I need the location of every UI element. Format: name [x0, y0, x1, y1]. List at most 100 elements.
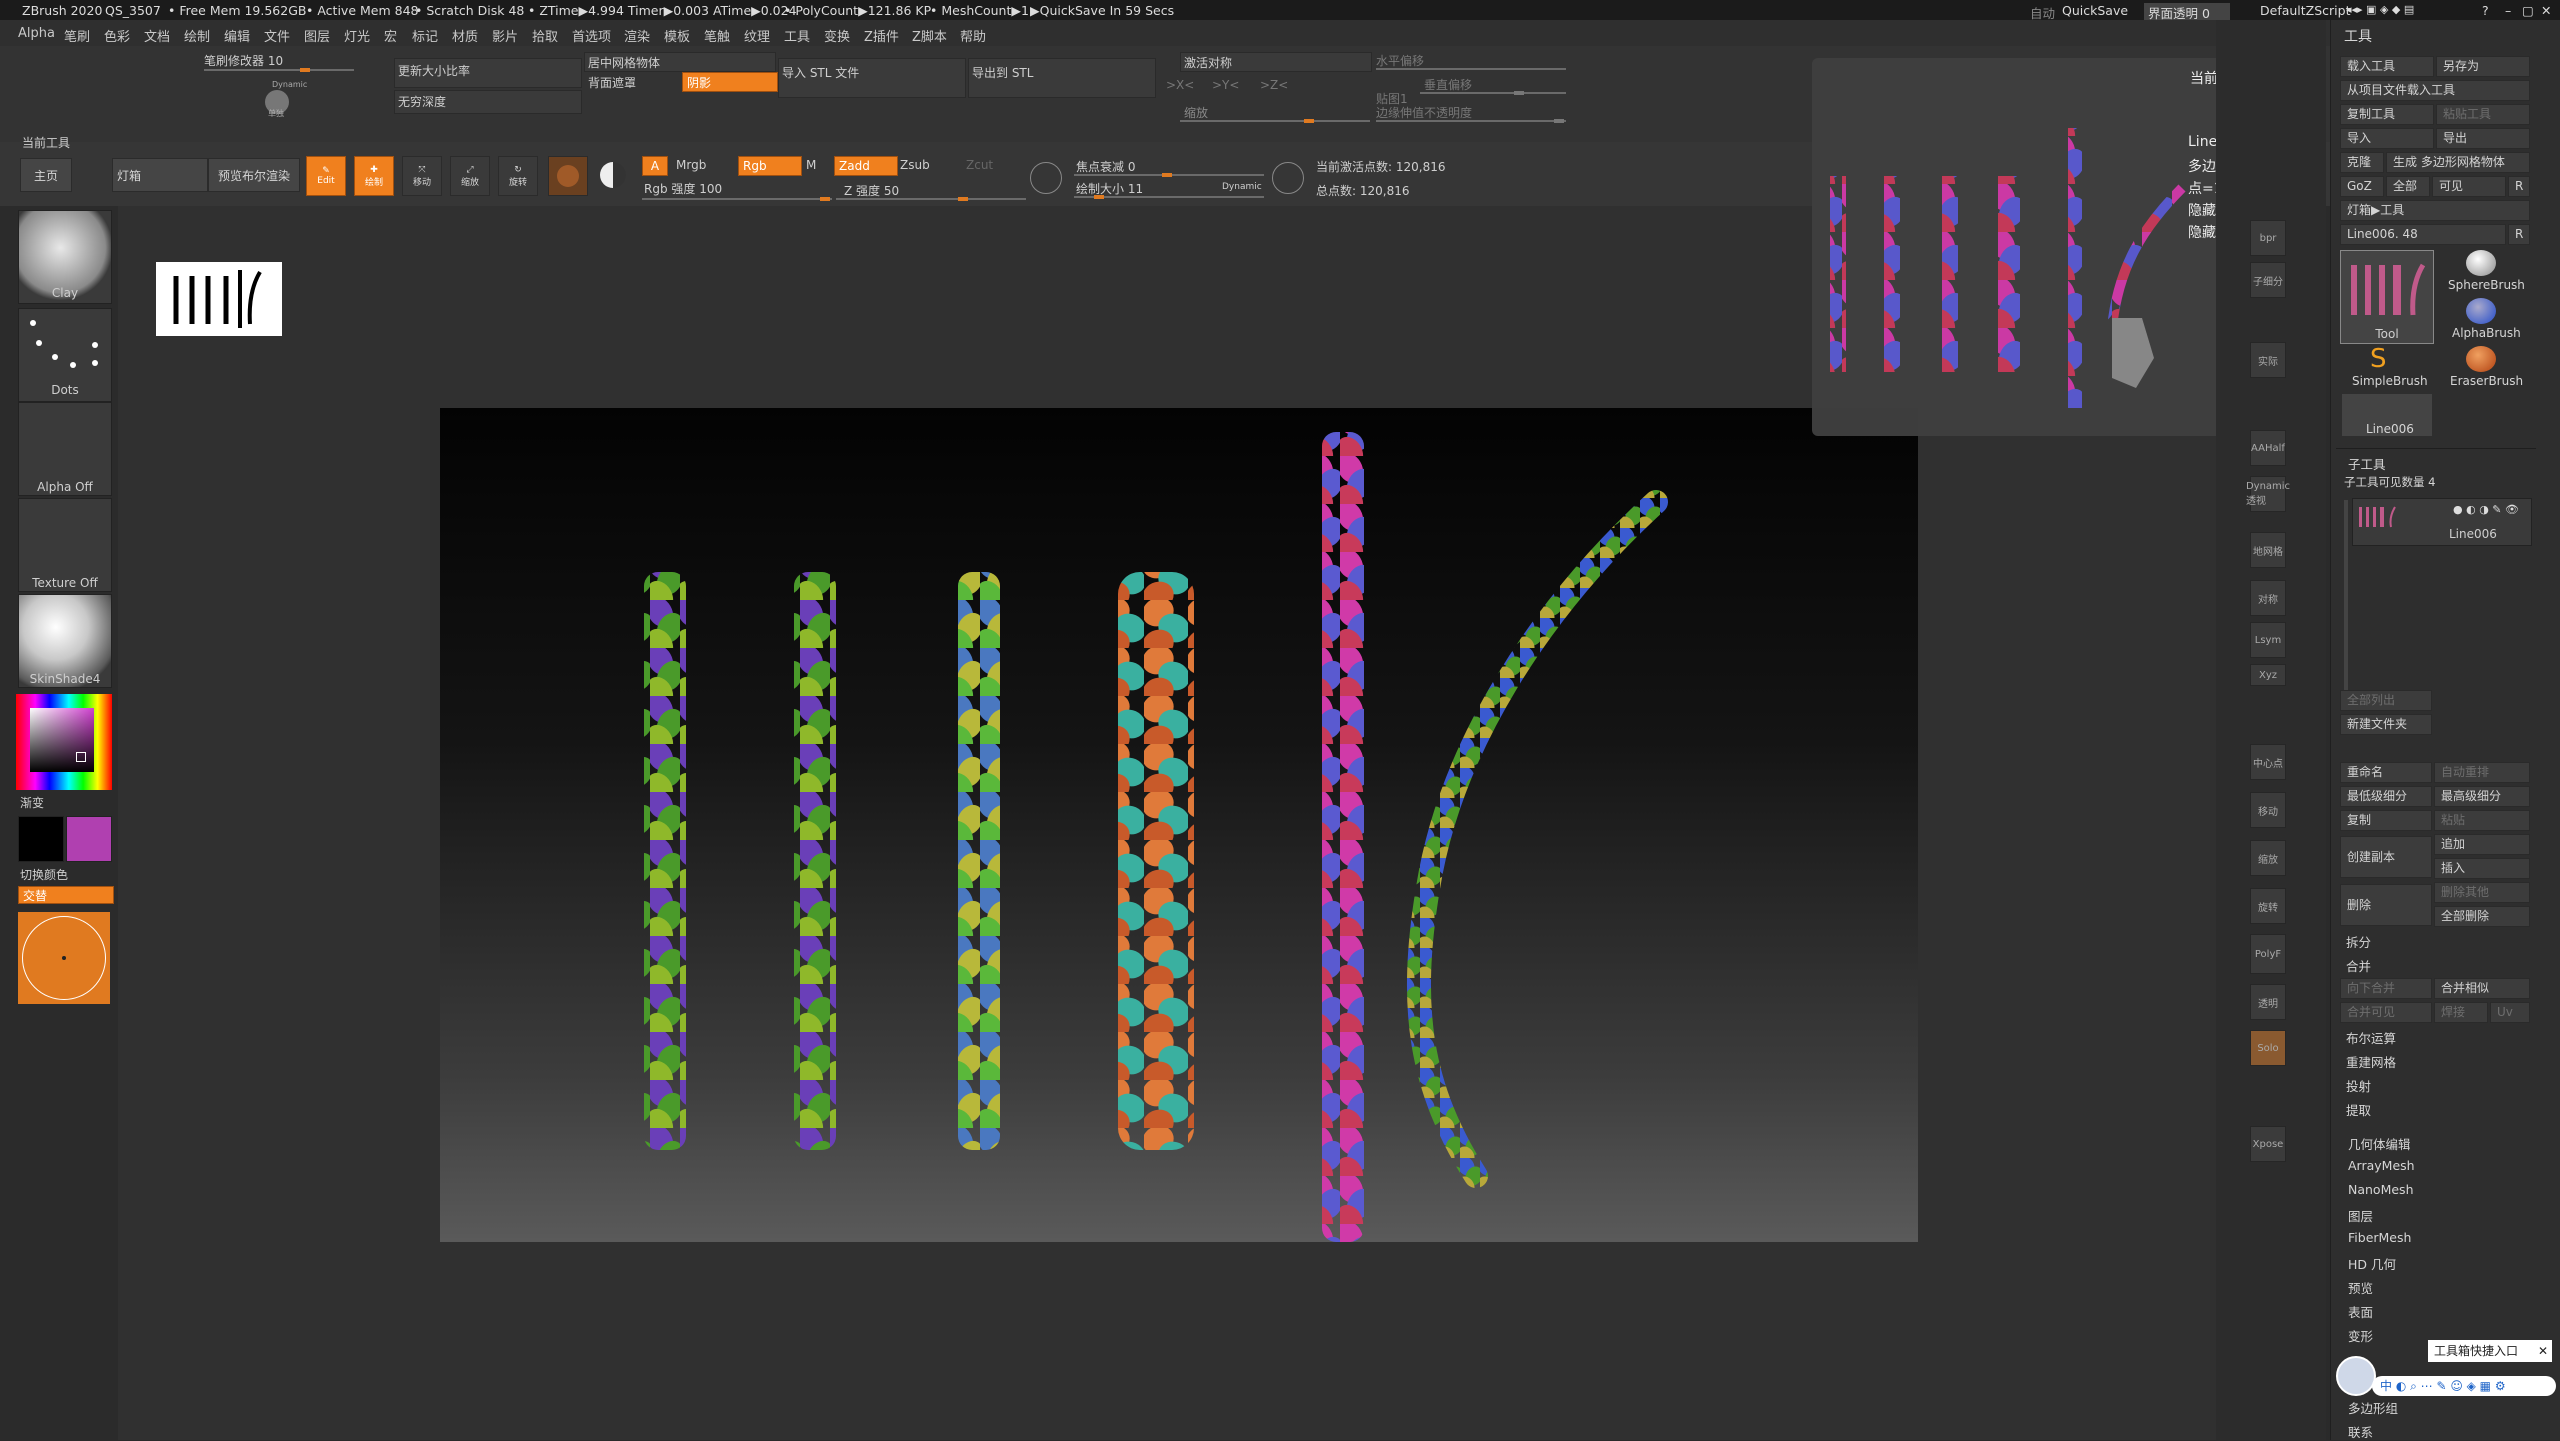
close-icon[interactable]: ✕: [2541, 3, 2551, 18]
nanomesh-section[interactable]: NanoMesh: [2348, 1182, 2414, 1197]
hd-geometry-section[interactable]: HD 几何: [2348, 1254, 2396, 1273]
perspective-icon[interactable]: Dynamic 透视: [2246, 476, 2290, 512]
draw-size-slider[interactable]: [1074, 195, 1264, 199]
make-polymesh-button[interactable]: 生成 多边形网格物体: [2386, 152, 2530, 173]
home-button[interactable]: 主页: [20, 158, 72, 192]
sym-y-button[interactable]: >Y<: [1212, 78, 1239, 92]
tooltip-close-icon[interactable]: ✕: [2538, 1340, 2548, 1362]
v-offset-slider[interactable]: [1420, 91, 1566, 95]
merge-section[interactable]: 合并: [2346, 956, 2371, 975]
transparent-icon[interactable]: 透明: [2250, 984, 2286, 1020]
import-button[interactable]: 导入: [2340, 128, 2434, 149]
import-stl-button[interactable]: 导入 STL 文件: [782, 64, 859, 81]
bpr-icon[interactable]: bpr: [2250, 220, 2286, 256]
a-button[interactable]: A: [642, 156, 668, 176]
fibermesh-section[interactable]: FiberMesh: [2348, 1230, 2411, 1245]
subtool-scrollbar[interactable]: [2344, 500, 2348, 690]
update-scale-button[interactable]: 更新大小比率: [398, 62, 470, 79]
delete-button[interactable]: 删除: [2340, 884, 2432, 926]
menu-draw[interactable]: 绘制: [184, 26, 210, 45]
simple-brush-icon[interactable]: S: [2370, 346, 2400, 372]
delete-all-button[interactable]: 全部删除: [2434, 906, 2530, 927]
uv-button[interactable]: Uv: [2490, 1002, 2530, 1023]
menu-stencil[interactable]: 模板: [664, 26, 690, 45]
menu-picker[interactable]: 拾取: [532, 26, 558, 45]
floor-grid-icon[interactable]: 地网格: [2250, 532, 2286, 568]
subtool-item[interactable]: ● ◐ ◑ ✎ 👁 Line006: [2352, 498, 2532, 546]
lightbox-tools-button[interactable]: 灯箱▶工具: [2340, 200, 2530, 221]
switch-color-button[interactable]: 切换颜色: [20, 866, 68, 883]
menu-color[interactable]: 色彩: [104, 26, 130, 45]
symmetry-icon[interactable]: 对称: [2250, 580, 2286, 616]
geometry-edit-section[interactable]: 几何体编辑: [2348, 1134, 2411, 1153]
delete-other-button[interactable]: 删除其他: [2434, 882, 2530, 903]
insert-button[interactable]: 插入: [2434, 858, 2530, 879]
pivot-center-icon[interactable]: 中心点: [2250, 744, 2286, 780]
deformation-section[interactable]: 变形: [2348, 1326, 2373, 1345]
export-button[interactable]: 导出: [2436, 128, 2530, 149]
menu-texture[interactable]: 纹理: [744, 26, 770, 45]
highest-subdivision-button[interactable]: 最高级细分: [2434, 786, 2530, 807]
load-tool-button[interactable]: 载入工具: [2340, 56, 2434, 77]
append-button[interactable]: 追加: [2434, 834, 2530, 855]
copy-tool-button[interactable]: 复制工具: [2340, 104, 2434, 125]
alpha-brush-icon[interactable]: [2466, 298, 2496, 324]
main-color-swatch[interactable]: [18, 816, 64, 862]
duplicate-button[interactable]: 复制: [2340, 810, 2432, 831]
goz-visible-button[interactable]: 可见: [2432, 176, 2506, 197]
menu-material[interactable]: 材质: [452, 26, 478, 45]
reference-image[interactable]: [156, 262, 282, 336]
menu-edit[interactable]: 编辑: [224, 26, 250, 45]
menu-layer[interactable]: 图层: [304, 26, 330, 45]
h-offset-slider[interactable]: [1376, 68, 1566, 70]
preview-section[interactable]: 预览: [2348, 1278, 2373, 1297]
menu-zscript[interactable]: Z脚本: [912, 26, 947, 45]
menu-document[interactable]: 文档: [144, 26, 170, 45]
paste-subtool-button[interactable]: 粘贴: [2434, 810, 2530, 831]
actual-icon[interactable]: 实际: [2250, 342, 2286, 378]
sphere-brush-icon[interactable]: [2466, 250, 2496, 276]
sym-z-button[interactable]: >Z<: [1260, 78, 1288, 92]
sym-x-button[interactable]: >X<: [1166, 78, 1194, 92]
paste-tool-button[interactable]: 粘贴工具: [2436, 104, 2530, 125]
load-from-project-button[interactable]: 从项目文件载入工具: [2340, 80, 2530, 101]
extract-section[interactable]: 提取: [2346, 1100, 2371, 1119]
line006-label[interactable]: Line006: [2366, 422, 2414, 436]
ime-toolbar[interactable]: 中 ◐ ⌕ ⋯ ✎ ☺ ◈ ▦ ⚙: [2372, 1376, 2556, 1396]
secondary-color-swatch[interactable]: [66, 816, 112, 862]
xyz-icon[interactable]: Xyz: [2250, 664, 2286, 686]
menu-render[interactable]: 渲染: [624, 26, 650, 45]
weld-button[interactable]: 焊接: [2434, 1002, 2488, 1023]
eraser-brush-label[interactable]: EraserBrush: [2450, 374, 2523, 388]
tool-r-button[interactable]: R: [2508, 224, 2530, 245]
menu-zplugin[interactable]: Z插件: [864, 26, 899, 45]
auto-reorder-button[interactable]: 自动重排: [2434, 762, 2530, 783]
save-as-button[interactable]: 另存为: [2436, 56, 2530, 77]
lowest-subdivision-button[interactable]: 最低级细分: [2340, 786, 2432, 807]
solo-view-icon[interactable]: Solo: [2250, 1030, 2286, 1066]
maximize-icon[interactable]: ▢: [2522, 3, 2534, 18]
rotate-view-icon[interactable]: 旋转: [2250, 888, 2286, 924]
menu-transform[interactable]: 变换: [824, 26, 850, 45]
menu-file[interactable]: 文件: [264, 26, 290, 45]
zsub-button[interactable]: Zsub: [900, 158, 930, 172]
scale-view-icon[interactable]: 缩放: [2250, 840, 2286, 876]
remesh-section[interactable]: 重建网格: [2346, 1052, 2396, 1071]
rgb-button[interactable]: Rgb: [738, 156, 802, 176]
menu-stroke[interactable]: 笔触: [704, 26, 730, 45]
m-button[interactable]: M: [806, 158, 816, 172]
edge-opacity-slider[interactable]: [1376, 119, 1566, 123]
layout-icons[interactable]: ◂◂▸ ▣ ◈ ◆ ▤: [2346, 3, 2414, 16]
lightbox-button[interactable]: 灯箱: [112, 158, 208, 192]
arraymesh-section[interactable]: ArrayMesh: [2348, 1158, 2415, 1173]
navigation-orb[interactable]: [18, 912, 110, 1004]
alpha-brush-label[interactable]: AlphaBrush: [2452, 326, 2521, 340]
draw-size-dynamic[interactable]: Dynamic: [1222, 182, 1262, 192]
surface-section[interactable]: 表面: [2348, 1302, 2373, 1321]
zoom-slider[interactable]: [1180, 119, 1370, 123]
center-mesh-button[interactable]: 居中网格物体: [588, 54, 660, 71]
export-stl-button[interactable]: 导出到 STL: [972, 64, 1033, 81]
polyframe-icon[interactable]: PolyF: [2250, 934, 2286, 974]
minimize-icon[interactable]: –: [2505, 3, 2511, 18]
edit-button[interactable]: ✎ Edit: [306, 156, 346, 196]
